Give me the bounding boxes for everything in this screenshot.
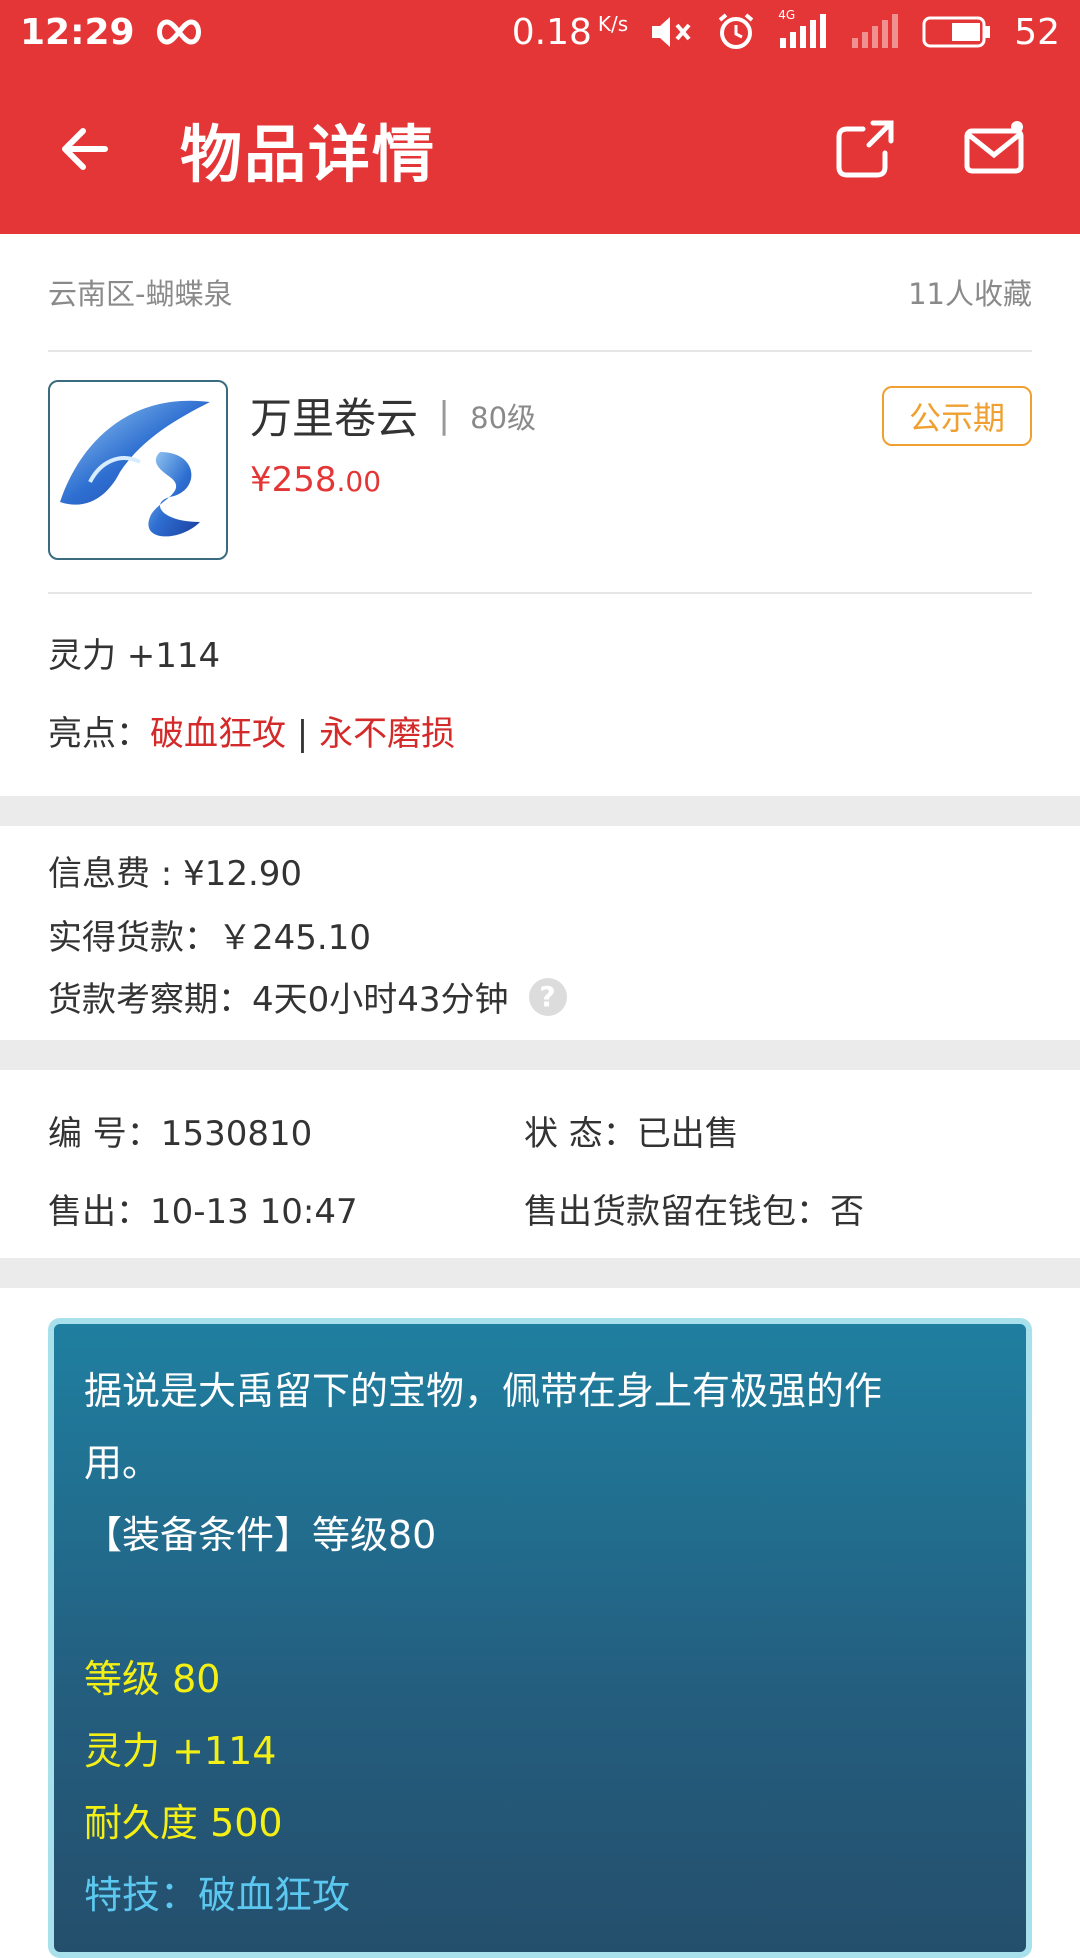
sold-time: 售出：10-13 10:47: [48, 1192, 358, 1232]
title-separator: |: [438, 395, 451, 436]
item-attribute: 灵力 +114: [48, 636, 221, 676]
item-price: ¥258.00: [250, 460, 382, 500]
section-gap: [0, 1258, 1080, 1288]
divider: [48, 350, 1032, 352]
section-gap: [0, 1040, 1080, 1070]
back-button[interactable]: [40, 104, 130, 194]
highlight-2: 永不磨损: [319, 714, 456, 754]
item-description-box: 据说是大禹留下的宝物，佩带在身上有极强的作 用。 【装备条件】等级80 等级 8…: [48, 1318, 1032, 1958]
battery-level: 52: [1014, 11, 1060, 53]
item-name: 万里卷云: [250, 394, 419, 443]
battery-icon: [922, 14, 992, 50]
share-button[interactable]: [820, 104, 910, 194]
share-icon: [836, 120, 894, 178]
desc-stat-spirit: 灵力 +114: [84, 1729, 277, 1773]
item-id: 编 号：1530810: [48, 1114, 313, 1154]
status-time: 12:29: [20, 11, 135, 53]
wallet-setting: 售出货款留在钱包：否: [524, 1192, 864, 1232]
highlight-1: 破血狂攻: [150, 714, 286, 754]
desc-skill: 特技：破血狂攻: [84, 1873, 351, 1917]
review-period: 货款考察期：4天0小时43分钟: [48, 980, 509, 1020]
desc-line: 用。: [84, 1441, 161, 1485]
item-title: 万里卷云 | 80级: [250, 385, 536, 446]
page-title: 物品详情: [180, 118, 437, 191]
section-gap: [0, 796, 1080, 826]
item-highlights: 亮点：破血狂攻 | 永不磨损: [48, 714, 456, 754]
message-button[interactable]: [950, 104, 1040, 194]
status-bar: 12:29 0.18 K/s 4G 52: [0, 0, 1080, 64]
desc-stat-durability: 耐久度 500: [84, 1801, 283, 1845]
divider: [48, 592, 1032, 594]
status-badge: 公示期: [882, 386, 1032, 446]
mute-icon: [650, 14, 694, 50]
signal-empty-icon: [850, 14, 900, 50]
alarm-icon: [716, 12, 756, 52]
actual-payment: 实得货款：￥245.10: [48, 918, 371, 958]
info-fee: 信息费 : ¥12.90: [48, 854, 303, 894]
network-speed: 0.18 K/s: [511, 11, 629, 53]
arrow-left-icon: [62, 128, 108, 170]
item-status: 状 态：已出售: [524, 1114, 739, 1154]
favorites-count[interactable]: 11人收藏: [908, 271, 1032, 313]
infinity-icon: [153, 17, 205, 47]
server-location: 云南区-蝴蝶泉: [48, 277, 233, 311]
desc-stat-level: 等级 80: [84, 1657, 221, 1701]
desc-line: 据说是大禹留下的宝物，佩带在身上有极强的作: [84, 1369, 883, 1413]
desc-equip-condition: 【装备条件】等级80: [84, 1513, 437, 1557]
item-image: [48, 380, 228, 560]
review-period-row: 货款考察期：4天0小时43分钟 ?: [48, 972, 567, 1021]
app-header: 物品详情: [0, 64, 1080, 234]
signal-4g-icon: 4G: [778, 8, 828, 50]
location-row: 云南区-蝴蝶泉 11人收藏: [48, 262, 1032, 322]
mail-icon: [964, 121, 1024, 174]
item-level: 80级: [470, 400, 537, 435]
help-icon[interactable]: ?: [528, 977, 567, 1016]
